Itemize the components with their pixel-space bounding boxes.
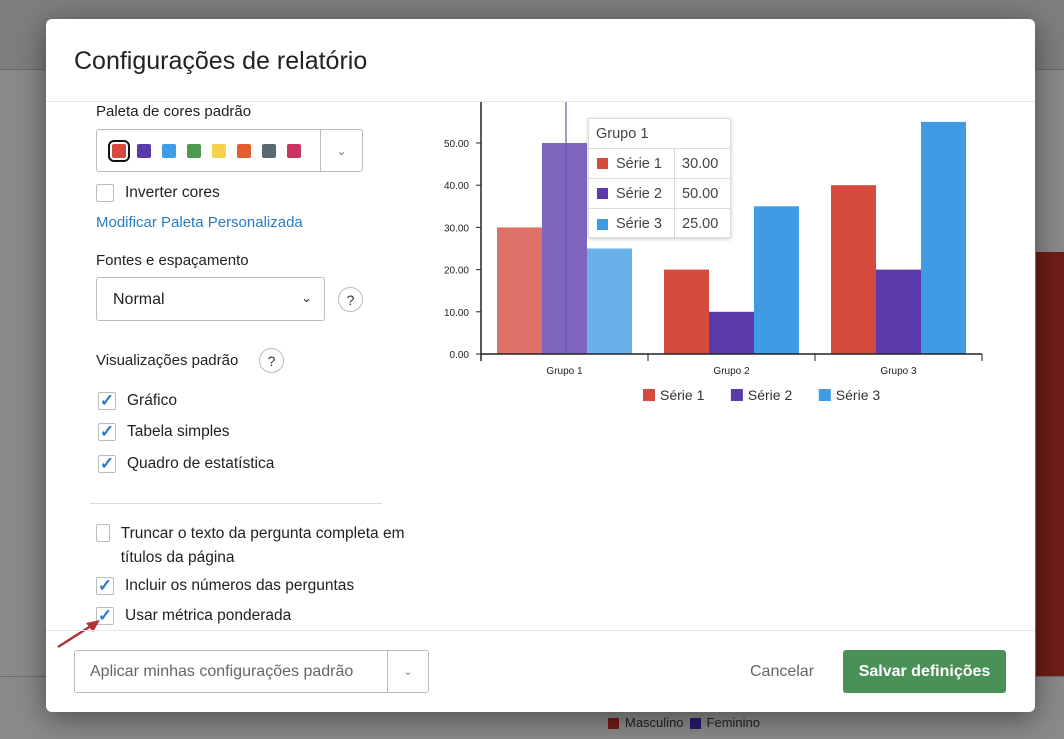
fonts-select-value: Normal <box>113 291 165 308</box>
chevron-down-icon[interactable]: ⌄ <box>387 651 428 692</box>
bar-série-1 <box>831 185 876 354</box>
legend-label: Feminino <box>706 715 760 730</box>
bar-série-3 <box>921 121 966 354</box>
tooltip-value: 30.00 <box>682 155 719 172</box>
bar-série-3 <box>587 248 632 354</box>
tooltip-series: Série 2 <box>616 185 662 202</box>
bar-série-2 <box>876 269 921 354</box>
y-tick-label: 50.00 <box>444 139 469 150</box>
bar-série-1 <box>497 227 542 354</box>
view-option-label: Quadro de estatística <box>127 455 275 472</box>
palette-color-swatch[interactable] <box>262 143 276 158</box>
question-numbers-option[interactable]: ✓ Incluir os números das perguntas <box>96 576 355 595</box>
chart-tooltip: Grupo 1 Série 1 30.00 Série 2 50.00 Série … <box>588 118 731 239</box>
x-tick-label: Grupo 2 <box>713 366 750 377</box>
invert-colors-option[interactable]: Inverter cores <box>96 184 220 202</box>
cancel-button[interactable]: Cancelar <box>750 663 814 681</box>
tooltip-title: Grupo 1 <box>589 119 730 149</box>
y-tick-label: 40.00 <box>444 181 469 192</box>
y-tick-label: 0.00 <box>450 350 470 361</box>
series-swatch <box>597 158 608 169</box>
view-option-label: Tabela simples <box>127 423 230 440</box>
apply-defaults-label: Aplicar minhas configurações padrão <box>90 663 354 680</box>
y-tick-label: 10.00 <box>444 308 469 319</box>
tooltip-row: Série 3 25.00 <box>589 209 730 239</box>
background-chart-bar <box>1036 252 1064 676</box>
invert-colors-label: Inverter cores <box>125 184 220 201</box>
x-tick-label: Grupo 3 <box>880 366 917 377</box>
legend-swatch <box>818 389 831 401</box>
palette-color-swatch[interactable] <box>237 143 251 158</box>
section-divider <box>90 503 382 504</box>
tooltip-series: Série 1 <box>616 155 662 172</box>
bar-série-3 <box>754 206 799 354</box>
dialog-title: Configurações de relatório <box>74 47 368 75</box>
series-swatch <box>597 188 608 199</box>
legend-swatch <box>608 717 619 729</box>
palette-color-swatch[interactable] <box>187 143 201 158</box>
checkbox-checked[interactable]: ✓ <box>98 454 116 473</box>
legend-label: Série 3 <box>836 387 881 402</box>
checkbox[interactable] <box>96 524 110 542</box>
checkbox-checked[interactable]: ✓ <box>98 391 116 410</box>
truncate-option[interactable]: Truncar o texto da pergunta completa em … <box>96 522 416 570</box>
chevron-down-icon: ⌄ <box>301 290 312 305</box>
checkbox-checked[interactable]: ✓ <box>98 422 116 441</box>
invert-colors-checkbox[interactable] <box>96 184 114 202</box>
tooltip-series: Série 3 <box>616 216 662 232</box>
bar-série-2 <box>542 143 587 354</box>
tooltip-value: 50.00 <box>682 185 719 202</box>
help-icon[interactable]: ? <box>259 348 284 373</box>
report-settings-dialog: Configurações de relatório Paleta de cor… <box>46 19 1035 712</box>
series-swatch <box>597 218 608 230</box>
option-label: Truncar o texto da pergunta completa em … <box>120 525 405 566</box>
apply-defaults-button[interactable]: Aplicar minhas configurações padrão ⌄ <box>74 650 429 693</box>
legend-label: Série 1 <box>660 387 705 402</box>
view-option-chart[interactable]: ✓ Gráfico <box>98 391 177 410</box>
palette-color-swatch[interactable] <box>137 143 151 158</box>
color-palette-select[interactable]: ⌄ <box>96 129 363 172</box>
bar-série-1 <box>664 269 709 354</box>
save-button[interactable]: Salvar definições <box>843 650 1006 693</box>
option-label: Incluir os números das perguntas <box>125 577 355 594</box>
palette-color-swatch[interactable] <box>287 143 301 158</box>
fonts-label: Fontes e espaçamento <box>96 252 249 269</box>
footer-divider <box>46 630 1035 631</box>
view-option-table[interactable]: ✓ Tabela simples <box>98 422 230 441</box>
fonts-select[interactable]: Normal ⌄ <box>96 277 325 321</box>
weighted-metric-option[interactable]: ✓ Usar métrica ponderada <box>96 606 292 625</box>
legend-label: Série 2 <box>748 387 793 402</box>
tooltip-row: Série 1 30.00 <box>589 149 730 179</box>
palette-color-swatch[interactable] <box>162 143 176 158</box>
option-label: Usar métrica ponderada <box>125 607 292 624</box>
legend-swatch <box>689 717 701 729</box>
checkbox-checked[interactable]: ✓ <box>96 576 114 595</box>
tooltip-value: 25.00 <box>682 216 719 232</box>
views-label: Visualizações padrão <box>96 352 239 369</box>
bar-série-2 <box>709 311 754 354</box>
legend-swatch <box>730 389 743 401</box>
y-tick-label: 30.00 <box>444 223 469 234</box>
background-legend: Masculino Feminino <box>608 715 760 731</box>
y-tick-label: 20.00 <box>444 266 469 277</box>
x-tick-label: Grupo 1 <box>546 366 583 377</box>
view-option-stats[interactable]: ✓ Quadro de estatística <box>98 454 275 473</box>
palette-color-swatch[interactable] <box>212 143 226 158</box>
palette-label: Paleta de cores padrão <box>96 103 252 120</box>
view-option-label: Gráfico <box>127 392 177 409</box>
chevron-down-icon[interactable]: ⌄ <box>320 130 362 171</box>
legend-label: Masculino <box>625 715 684 730</box>
legend-swatch <box>643 389 655 401</box>
annotation-arrow-icon <box>57 620 100 649</box>
help-icon[interactable]: ? <box>338 287 363 312</box>
palette-color-swatch[interactable] <box>108 139 130 162</box>
modify-palette-link[interactable]: Modificar Paleta Personalizada <box>96 214 303 231</box>
tooltip-row: Série 2 50.00 <box>589 179 730 209</box>
